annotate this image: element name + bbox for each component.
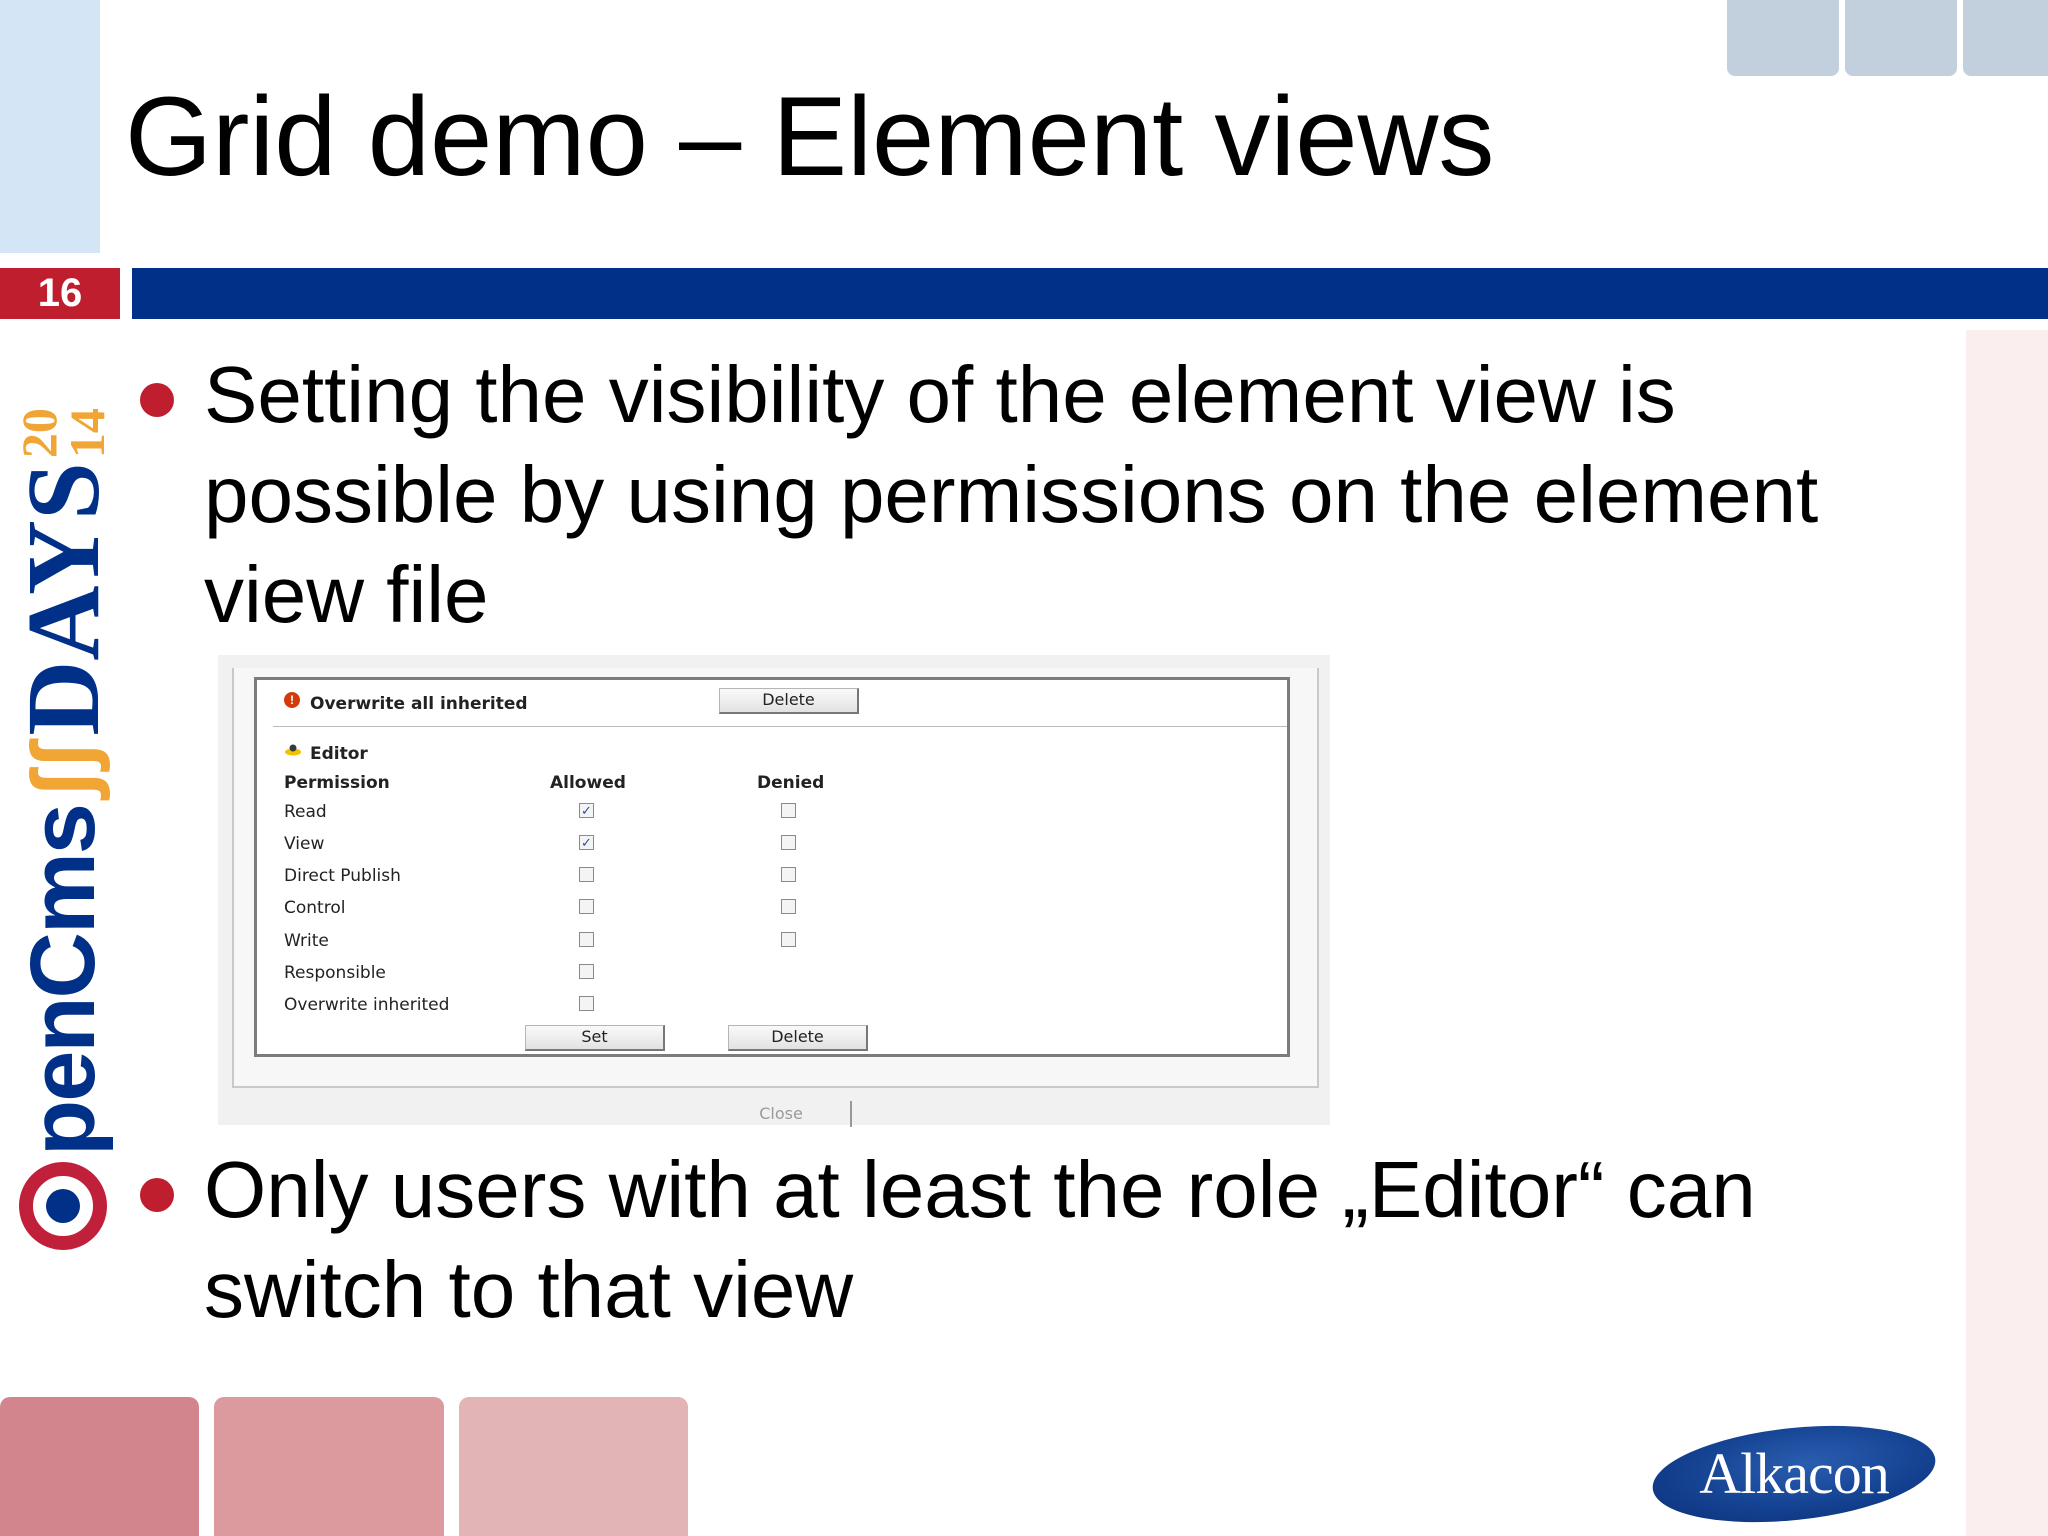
title-divider-bar (132, 268, 2048, 319)
bullet-item: Only users with at least the role „Edito… (140, 1140, 1900, 1340)
logo-opencms-text: penCms (11, 805, 114, 1156)
permission-label: Direct Publish (284, 866, 401, 886)
permission-label: Control (284, 898, 346, 918)
denied-write-checkbox[interactable] (781, 932, 796, 947)
right-decor-strip (1966, 330, 2048, 1536)
top-left-decor-block (0, 0, 100, 253)
opencms-days-logo: penCms ʃʃ DAYS 20 14 (6, 330, 121, 1250)
permission-label: Read (284, 802, 327, 822)
flame-icon: ʃʃ (14, 741, 111, 800)
column-denied: Denied (757, 773, 825, 793)
denied-read-checkbox[interactable] (781, 803, 796, 818)
delete-button[interactable]: Delete (728, 1025, 868, 1051)
top-right-decor-block (1963, 0, 2048, 76)
bullet-text: Only users with at least the role „Edito… (204, 1145, 1756, 1334)
allowed-read-checkbox[interactable]: ✓ (579, 803, 594, 818)
bullet-item: Setting the visibility of the element vi… (140, 345, 1900, 645)
bottom-decor-block (214, 1397, 444, 1536)
warning-icon: ! (284, 692, 300, 708)
dialog-separator (273, 726, 1287, 727)
allowed-responsible-checkbox[interactable] (579, 964, 594, 979)
denied-control-checkbox[interactable] (781, 899, 796, 914)
permission-label: View (284, 834, 325, 854)
denied-view-checkbox[interactable] (781, 835, 796, 850)
principal-label: Editor (310, 744, 368, 764)
allowed-direct-publish-checkbox[interactable] (579, 867, 594, 882)
logo-days-text: DAYS (5, 462, 121, 736)
permission-label: Overwrite inherited (284, 995, 450, 1015)
bullet-dot (140, 1178, 174, 1212)
bullet-dot (140, 383, 174, 417)
logo-o-icon (19, 1162, 107, 1250)
bottom-decor-block (0, 1397, 199, 1536)
alkacon-logo-text: Alkacon (1699, 1441, 1890, 1506)
permission-label: Write (284, 931, 329, 951)
allowed-write-checkbox[interactable] (579, 932, 594, 947)
allowed-control-checkbox[interactable] (579, 899, 594, 914)
close-button[interactable]: Close (712, 1101, 852, 1127)
column-permission: Permission (284, 773, 390, 793)
slide-title: Grid demo – Element views (125, 74, 1495, 199)
slide-number: 16 (0, 268, 120, 319)
permission-label: Responsible (284, 963, 386, 983)
slide: Grid demo – Element views 16 penCms ʃʃ D… (0, 0, 2048, 1536)
bullet-text: Setting the visibility of the element vi… (204, 350, 1819, 639)
set-button[interactable]: Set (525, 1025, 665, 1051)
logo-year-bottom: 14 (59, 408, 115, 459)
allowed-view-checkbox[interactable]: ✓ (579, 835, 594, 850)
user-group-icon (285, 744, 301, 756)
allowed-overwrite-inherited-checkbox[interactable] (579, 996, 594, 1011)
overwrite-all-label: Overwrite all inherited (310, 694, 528, 714)
delete-all-button[interactable]: Delete (719, 688, 859, 714)
column-allowed: Allowed (550, 773, 626, 793)
logo-year-top: 20 (11, 408, 67, 459)
bottom-decor-block (459, 1397, 688, 1536)
logo-year: 20 14 (11, 408, 115, 459)
top-right-decor-block (1727, 0, 1839, 76)
denied-direct-publish-checkbox[interactable] (781, 867, 796, 882)
alkacon-logo: Alkacon (1647, 1413, 1941, 1535)
top-right-decor-block (1845, 0, 1957, 76)
